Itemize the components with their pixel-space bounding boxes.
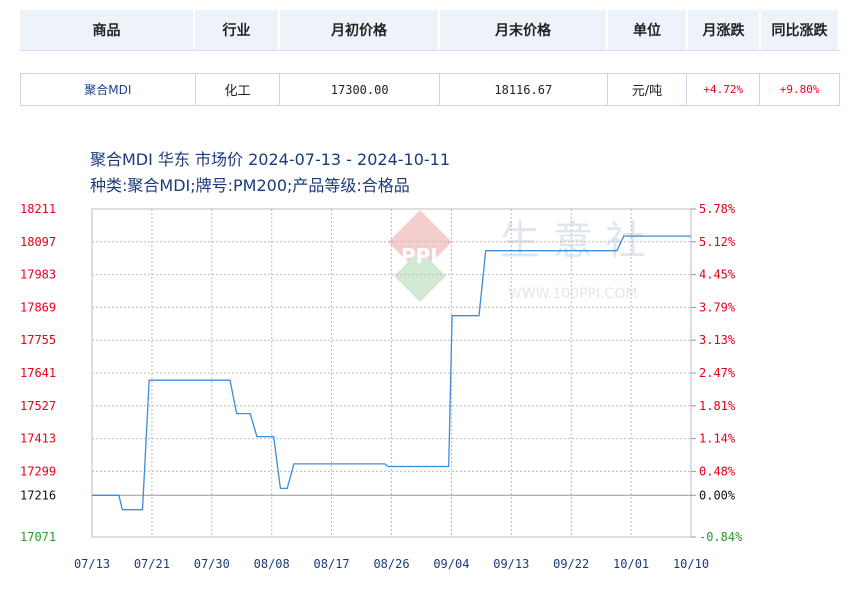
- y-right-tick-label: 3.79%: [699, 300, 736, 314]
- x-tick-label: 09/13: [493, 557, 529, 571]
- y-axis-left: 18211 18097 17983 17869 17755 17641 17527 17413…: [20, 202, 56, 544]
- y-right-tick-label: 3.13%: [699, 333, 736, 347]
- x-tick-label: 08/26: [373, 557, 409, 571]
- watermark: PPI 生 意 社 WWW.100PPI.COM: [388, 210, 645, 302]
- y-right-tick-label: 4.45%: [699, 268, 736, 282]
- y-left-tick-label: 18097: [20, 235, 56, 249]
- y-right-tick-label: 0.00%: [699, 488, 736, 502]
- y-left-tick-label: 17527: [20, 399, 56, 413]
- x-tick-label: 09/04: [433, 557, 469, 571]
- y-right-tick-label: 1.14%: [699, 432, 736, 446]
- y-right-tick-label: 1.81%: [699, 399, 736, 413]
- y-right-tick-label: 0.48%: [699, 464, 736, 478]
- y-left-tick-label: 17869: [20, 300, 56, 314]
- y-left-tick-label: 17641: [20, 366, 56, 380]
- y-left-tick-label: 17299: [20, 464, 56, 478]
- y-left-tick-label: 17413: [20, 432, 56, 446]
- y-right-tick-label: 5.12%: [699, 235, 736, 249]
- x-tick-label: 10/10: [673, 557, 709, 571]
- y-axis-right: 5.78% 5.12% 4.45% 3.79% 3.13% 2.47% 1.81% 1.14%…: [691, 202, 743, 544]
- y-right-tick-label: 2.47%: [699, 366, 736, 380]
- price-line-chart: PPI 生 意 社 WWW.100PPI.COM 18211 18097 17983…: [20, 202, 743, 571]
- ppi-logo-icon: PPI: [388, 210, 452, 302]
- watermark-url: WWW.100PPI.COM: [508, 286, 637, 302]
- y-right-tick-label: 5.78%: [699, 202, 736, 216]
- y-left-tick-label: 17216: [20, 488, 56, 502]
- y-left-tick-label: 18211: [20, 202, 56, 216]
- x-tick-label: 10/01: [613, 557, 649, 571]
- y-left-tick-label: 17983: [20, 268, 56, 282]
- y-right-tick-label: -0.84%: [699, 530, 743, 544]
- x-tick-label: 07/21: [134, 557, 170, 571]
- x-axis: 07/13 07/21 07/30 08/08 08/17 08/26 09/04 09/13…: [74, 557, 709, 571]
- x-tick-label: 07/13: [74, 557, 110, 571]
- x-tick-label: 09/22: [553, 557, 589, 571]
- x-tick-label: 07/30: [194, 557, 230, 571]
- y-left-tick-label: 17755: [20, 333, 56, 347]
- watermark-brand: 生 意 社: [500, 218, 645, 264]
- x-tick-label: 08/08: [254, 557, 290, 571]
- x-tick-label: 08/17: [314, 557, 350, 571]
- watermark-logo-text: PPI: [401, 244, 438, 268]
- y-left-tick-label: 17071: [20, 530, 56, 544]
